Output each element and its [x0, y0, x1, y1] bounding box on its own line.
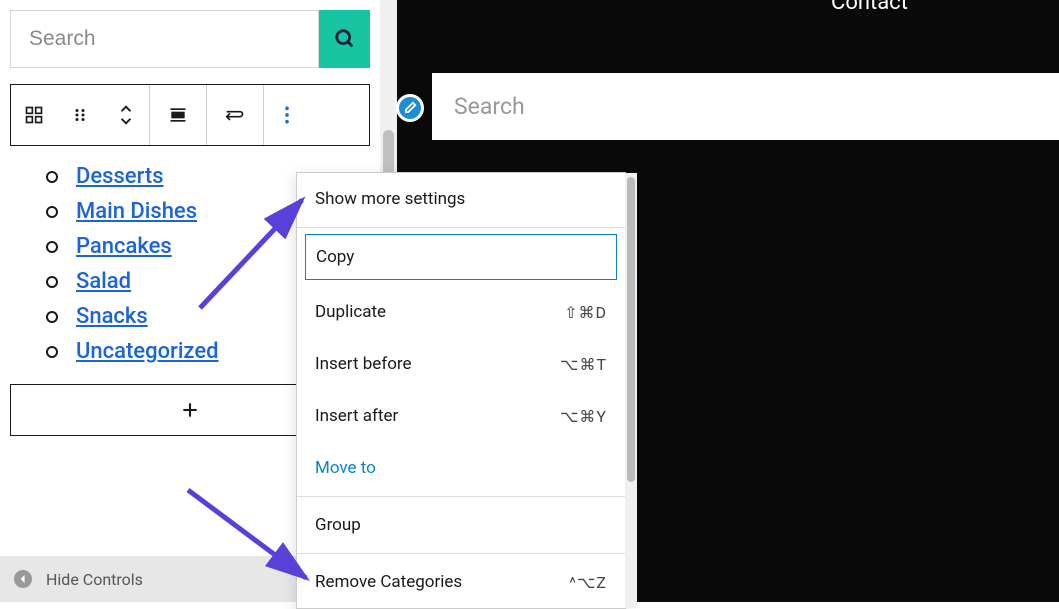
menu-scrollbar-thumb[interactable]: [627, 177, 635, 482]
category-link[interactable]: Pancakes: [76, 234, 172, 259]
search-input[interactable]: [10, 10, 319, 68]
block-toolbar: [10, 84, 370, 146]
drag-icon: [71, 106, 89, 124]
menu-move-to[interactable]: Move to: [297, 442, 625, 494]
search-button[interactable]: [319, 10, 370, 68]
category-link[interactable]: Uncategorized: [76, 339, 219, 364]
hide-controls-label: Hide Controls: [46, 570, 143, 589]
plus-icon: [180, 400, 200, 420]
menu-divider: [297, 496, 625, 497]
align-button[interactable]: [150, 85, 206, 145]
menu-remove-categories[interactable]: Remove Categories ^⌥Z: [297, 556, 625, 608]
block-type-button[interactable]: [11, 85, 57, 145]
more-options-button[interactable]: [264, 85, 310, 145]
move-up-down-button[interactable]: [103, 85, 149, 145]
drag-handle-button[interactable]: [57, 85, 103, 145]
menu-divider: [297, 553, 625, 554]
chevron-left-icon: [14, 570, 32, 588]
category-link[interactable]: Salad: [76, 269, 131, 294]
menu-scrollbar[interactable]: [625, 173, 637, 608]
block-options-menu: Show more settings Copy Duplicate ⇧⌘D In…: [296, 172, 626, 609]
shortcut-label: ^⌥Z: [569, 573, 607, 592]
chevron-up-down-icon: [117, 103, 135, 127]
search-bar: [10, 10, 370, 68]
menu-insert-before[interactable]: Insert before ⌥⌘T: [297, 338, 625, 390]
more-vertical-icon: [284, 105, 290, 125]
transform-button[interactable]: [207, 85, 263, 145]
shortcut-label: ⇧⌘D: [564, 303, 607, 322]
menu-copy[interactable]: Copy: [305, 234, 617, 280]
category-link[interactable]: Desserts: [76, 164, 164, 189]
category-link[interactable]: Snacks: [76, 304, 148, 329]
menu-show-more-settings[interactable]: Show more settings: [297, 173, 625, 225]
menu-duplicate[interactable]: Duplicate ⇧⌘D: [297, 286, 625, 338]
menu-insert-after[interactable]: Insert after ⌥⌘Y: [297, 390, 625, 442]
align-icon: [167, 105, 189, 125]
grid-icon: [24, 105, 44, 125]
category-link[interactable]: Main Dishes: [76, 199, 197, 224]
preview-search-input[interactable]: Search: [432, 73, 1059, 140]
nav-contact[interactable]: Contact: [831, 0, 908, 15]
menu-divider: [297, 227, 625, 228]
shortcut-label: ⌥⌘Y: [560, 407, 607, 426]
menu-group[interactable]: Group: [297, 499, 625, 551]
shortcut-label: ⌥⌘T: [560, 355, 607, 374]
transform-icon: [223, 105, 247, 125]
search-icon: [334, 28, 356, 50]
edit-badge-icon[interactable]: [396, 94, 424, 122]
